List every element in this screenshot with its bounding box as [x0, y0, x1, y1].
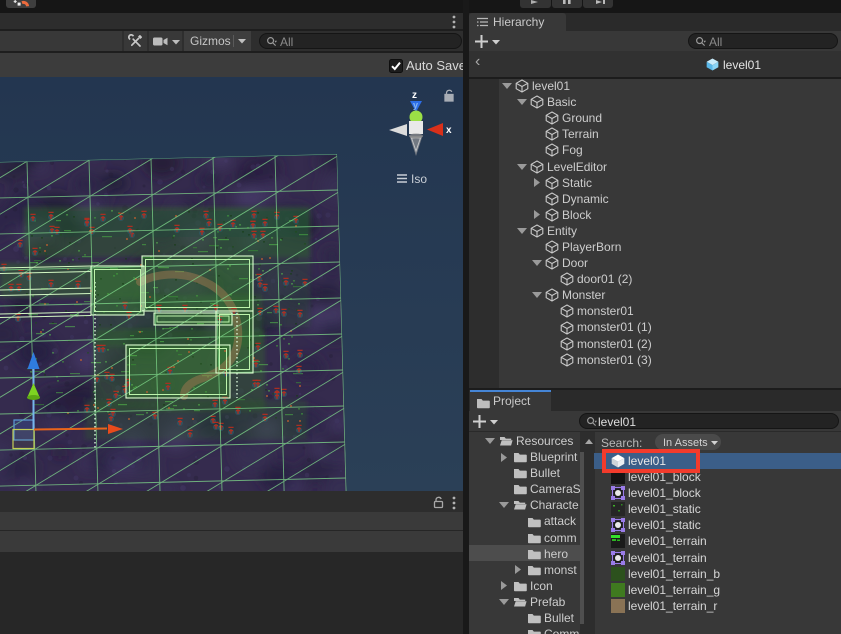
svg-text:y: y	[413, 100, 418, 110]
svg-text:Iso: Iso	[411, 172, 427, 186]
svg-text:x: x	[446, 125, 452, 136]
